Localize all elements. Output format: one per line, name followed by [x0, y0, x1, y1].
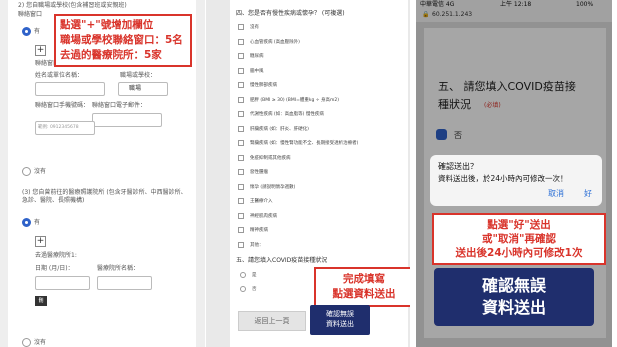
unit-name-label: 姓名或單位名稱： — [35, 72, 84, 79]
condition-checkbox[interactable] — [238, 67, 244, 74]
condition-checkbox[interactable] — [238, 198, 244, 204]
condition-checkbox[interactable] — [238, 154, 244, 161]
dialog-annotation-line-2: 或"取消"再確認 — [482, 233, 556, 245]
q5-yes-label: 是 — [252, 273, 257, 278]
condition-label: 王醫療介入 — [250, 199, 273, 204]
condition-label: 沒有 — [250, 25, 259, 30]
add-clinic-button[interactable]: + — [35, 236, 46, 247]
email-label: 聯絡窗口電子郵件： — [92, 102, 147, 109]
submit-callout: 完成填寫 點選資料送出 — [314, 267, 410, 307]
mobile-submit-line-1: 確認無誤 — [481, 276, 546, 295]
contact-type-select[interactable]: 職場 — [118, 82, 168, 96]
q3-yes-radio[interactable] — [22, 218, 31, 227]
condition-checkbox[interactable] — [238, 82, 244, 88]
q2-no-label: 沒有 — [34, 168, 47, 175]
dialog-ok-button[interactable]: 好 — [584, 188, 592, 199]
condition-label: 糖尿病 — [250, 54, 264, 59]
condition-label: 肝臟疾病 (如：肝炎、肝硬化) — [250, 126, 309, 132]
q3-no-label: 沒有 — [34, 339, 47, 346]
q2-yes-radio[interactable] — [22, 27, 31, 36]
dialog-annotation-line-1: 點選"好"送出 — [487, 219, 551, 231]
submit-button[interactable]: 確認無誤 資料送出 — [310, 305, 370, 335]
condition-label: 神經肌肉疾病 — [250, 213, 277, 219]
dialog-annotation: 點選"好"送出 或"取消"再確認 送出後24小時內可修改1次 — [432, 213, 606, 265]
condition-checkbox[interactable] — [238, 96, 244, 103]
dialog-message: 資料送出後，於24小時內可修改一次！ — [438, 174, 568, 183]
condition-label: 代謝性疾病 (如：高血脂等) 慢性疾病 — [250, 112, 324, 117]
condition-label: 惡性腫瘤 — [250, 170, 268, 175]
callout-line-1: 完成填寫 — [343, 273, 385, 285]
q2-subtitle: 聯絡窗口 — [18, 11, 43, 18]
condition-checkbox[interactable] — [238, 111, 244, 117]
callout-line-2: 點選資料送出 — [332, 288, 396, 300]
condition-checkbox[interactable] — [238, 169, 244, 175]
q3-yes-label: 有 — [34, 219, 41, 226]
q3-no-radio[interactable] — [22, 338, 31, 347]
delete-entry-button[interactable]: 刪 — [35, 296, 47, 306]
condition-checkbox[interactable] — [238, 53, 244, 59]
mobile-submit-button[interactable]: 確認無誤 資料送出 — [434, 268, 594, 326]
phone-input[interactable]: 範例: 0912345678 — [35, 121, 95, 135]
condition-checkbox[interactable] — [238, 183, 244, 190]
q2-title: 2) 您自職場或學校(包含補習班或安親班) — [18, 2, 127, 9]
submit-line-2: 資料送出 — [326, 320, 354, 328]
phone-label: 聯絡窗口手機號碼： — [35, 102, 90, 109]
annotation-line-3: 去過的醫療院所：5家 — [60, 49, 162, 61]
contact-type-label: 職場或學校： — [120, 72, 157, 79]
condition-checkbox[interactable] — [238, 38, 244, 45]
q5-title: 五、請您填入COVID疫苗接種狀況 — [236, 257, 328, 264]
annotation-line-1: 點選"+"號增加欄位 — [60, 19, 154, 31]
q3-title: (3) 您自曾前往的醫療照護院所 (包含牙醫診所、中西醫診所、急診、醫院、長照機… — [22, 189, 187, 204]
condition-checkbox[interactable] — [238, 140, 244, 146]
q2-no-radio[interactable] — [22, 167, 31, 176]
back-button[interactable]: 返回上一頁 — [238, 311, 306, 331]
form-panel-health: 四、您是否有慢性疾病或懷孕？ (可複選) 沒有心血管疾病 (高血壓除外) 糖尿病腦… — [206, 0, 410, 347]
clinic-1-label: 去過醫療院所1: — [35, 252, 77, 259]
q5-yes-radio[interactable] — [240, 272, 246, 278]
condition-label: 懷孕 (請說明懷孕週數) — [250, 184, 296, 190]
dialog-cancel-button[interactable]: 取消 — [548, 188, 564, 199]
q2-yes-label: 有 — [34, 28, 41, 35]
q5-no-label: 否 — [252, 287, 257, 292]
condition-label: 腦中風 — [250, 68, 264, 74]
condition-label: 腎臟疾病 (如：慢性腎功能不全、長期接受透析治療者) — [250, 141, 359, 146]
condition-label: 免疫抑制或其他疾病 — [250, 155, 291, 161]
dialog-title: 確認送出？ — [438, 162, 478, 171]
condition-label: 肥胖 (BMI ≥ 30) (BMI=體重kg ÷ 身高m2) — [250, 97, 339, 103]
clinic-name-input[interactable] — [97, 276, 152, 290]
condition-label: 精神疾病 — [250, 228, 268, 233]
condition-label: 慢性肺部疾病 — [250, 83, 277, 88]
condition-label: 心血管疾病 (高血壓除外) — [250, 39, 300, 45]
condition-checkbox[interactable] — [238, 227, 244, 233]
mobile-panel: 中華電信 4G 上午 12:18 100% 🔒 60.251.1.243 五、 … — [416, 0, 612, 347]
form-panel-contacts: 2) 您自職場或學校(包含補習班或安親班) 聯絡窗口 有 + 聯絡窗口1: 姓名… — [0, 0, 205, 347]
annotation-line-2: 職場或學校聯絡窗口：5名 — [60, 34, 183, 46]
add-contact-button[interactable]: + — [35, 45, 46, 56]
q5-no-radio[interactable] — [240, 286, 246, 292]
condition-checkbox[interactable] — [238, 125, 244, 132]
unit-name-input[interactable] — [35, 82, 105, 96]
condition-checkbox[interactable] — [238, 241, 244, 248]
mobile-submit-line-2: 資料送出 — [481, 298, 546, 317]
email-input[interactable] — [92, 113, 162, 127]
confirm-dialog: 確認送出？ 資料送出後，於24小時內可修改一次！ 取消 好 — [430, 155, 602, 206]
condition-checkbox[interactable] — [238, 24, 244, 30]
q4-title: 四、您是否有慢性疾病或懷孕？ (可複選) — [236, 10, 345, 17]
clinic-name-label: 醫療院所名稱： — [97, 265, 140, 272]
condition-label: 其他： — [250, 242, 264, 248]
visit-date-input[interactable] — [35, 276, 90, 290]
submit-line-1: 確認無誤 — [326, 310, 354, 318]
condition-checkbox[interactable] — [238, 212, 244, 219]
dialog-annotation-line-3: 送出後24小時內可修改1次 — [455, 247, 583, 259]
add-field-annotation: 點選"+"號增加欄位 職場或學校聯絡窗口：5名 去過的醫療院所：5家 — [54, 14, 192, 67]
visit-date-label: 日期 (月/日)： — [35, 265, 74, 272]
